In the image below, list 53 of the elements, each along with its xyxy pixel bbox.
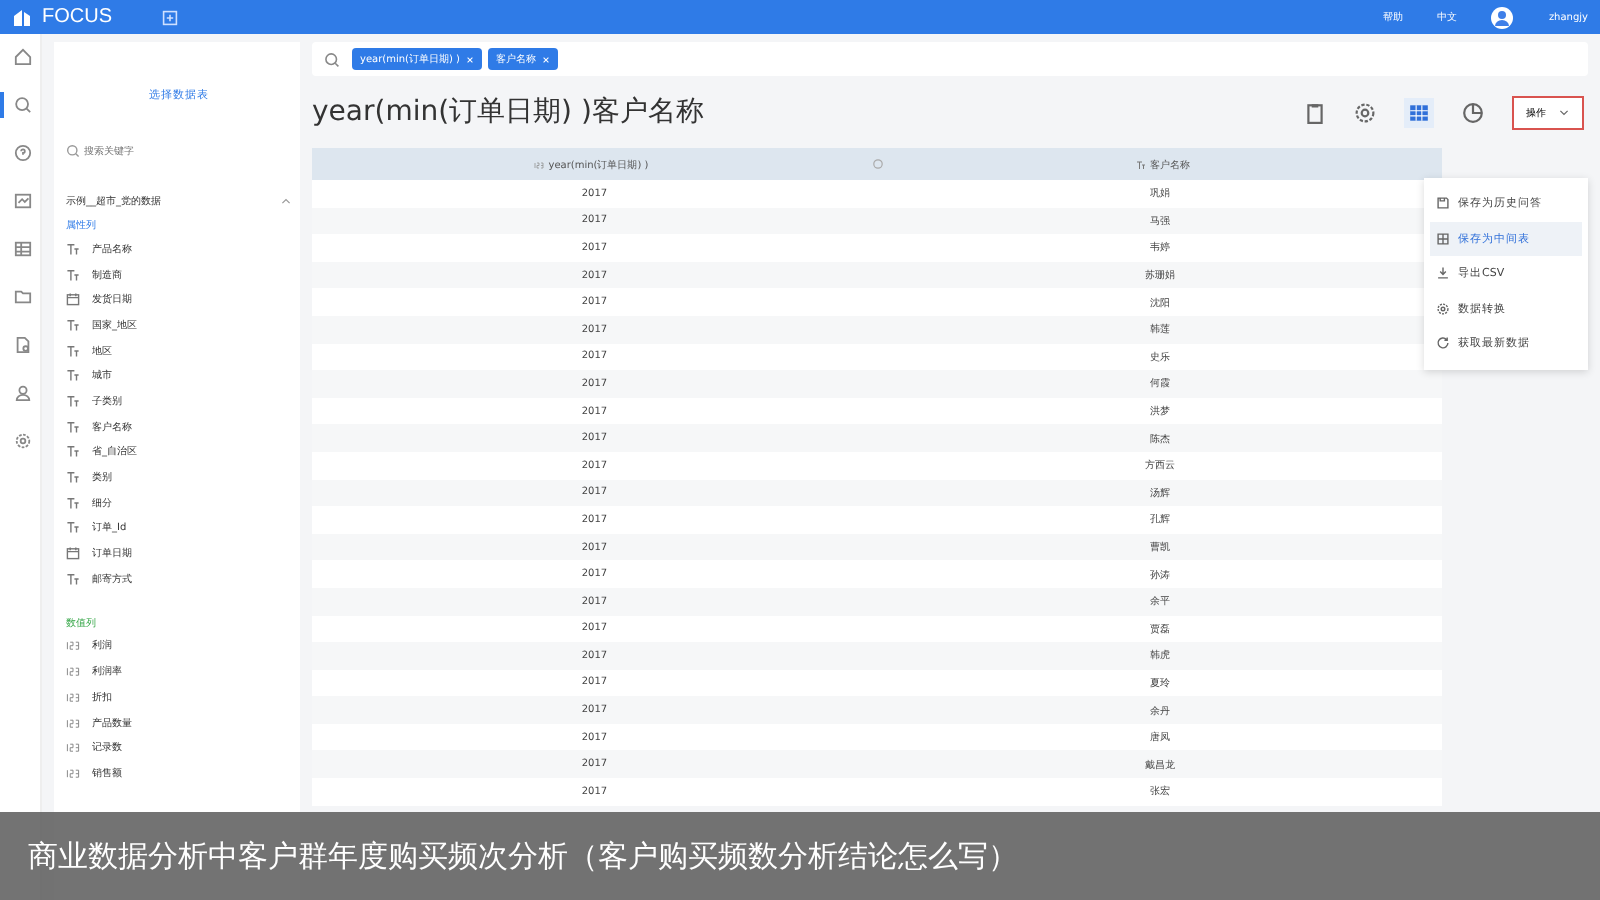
help-icon (13, 144, 31, 162)
field-type-icon (66, 740, 80, 755)
document-icon (13, 336, 31, 354)
avatar-icon[interactable] (1490, 5, 1515, 29)
add-tab-icon[interactable] (162, 9, 178, 25)
field-type-icon (66, 343, 80, 358)
user-icon (13, 384, 31, 402)
text-type-icon (1135, 159, 1146, 170)
pie-chart-icon[interactable] (1462, 101, 1484, 123)
settings-icon (13, 432, 31, 450)
field-type-icon (66, 470, 80, 485)
search-icon (324, 51, 340, 67)
field-type-icon (66, 444, 80, 459)
answer-title: year(min(订单日期) )客户名称 (312, 94, 704, 130)
collapse-icon[interactable] (280, 195, 292, 207)
settings-icon[interactable] (1354, 101, 1376, 123)
field-type-icon (66, 546, 80, 561)
field-type-icon (66, 571, 80, 586)
table-view-icon[interactable] (1404, 97, 1434, 127)
field-type-icon (66, 368, 80, 383)
field-type-icon (66, 267, 80, 282)
field-type-icon (66, 419, 80, 434)
chart-icon (13, 192, 31, 210)
field-type-icon (66, 765, 80, 780)
refresh-icon (1436, 336, 1450, 351)
gear-icon[interactable] (871, 158, 883, 170)
field-type-icon (66, 495, 80, 510)
search-icon (66, 144, 80, 158)
logo-icon (12, 7, 32, 27)
close-icon[interactable] (541, 55, 550, 64)
search-icon (13, 96, 31, 114)
field-type-icon (66, 393, 80, 408)
grid-icon (1436, 231, 1450, 246)
close-icon[interactable] (465, 55, 474, 64)
folder-icon (13, 288, 31, 306)
app-logo: FOCUS (42, 6, 112, 28)
caret-icon (1558, 106, 1570, 118)
field-type-icon (66, 638, 80, 653)
number-type-icon (534, 159, 545, 170)
clipboard-icon[interactable] (1304, 101, 1326, 123)
caption-text: 商业数据分析中客户群年度购买频次分析（客户购买频数分析结论怎么写） (28, 837, 1018, 875)
table-icon (13, 240, 31, 258)
settings-icon (1436, 301, 1450, 316)
field-type-icon (66, 317, 80, 332)
field-type-icon (66, 520, 80, 535)
field-type-icon (66, 292, 80, 307)
home-icon (13, 48, 31, 66)
download-icon (1436, 266, 1450, 281)
field-type-icon (66, 715, 80, 730)
field-type-icon (66, 689, 80, 704)
floppy-icon (1436, 196, 1450, 211)
field-type-icon (66, 664, 80, 679)
field-type-icon (66, 241, 80, 256)
